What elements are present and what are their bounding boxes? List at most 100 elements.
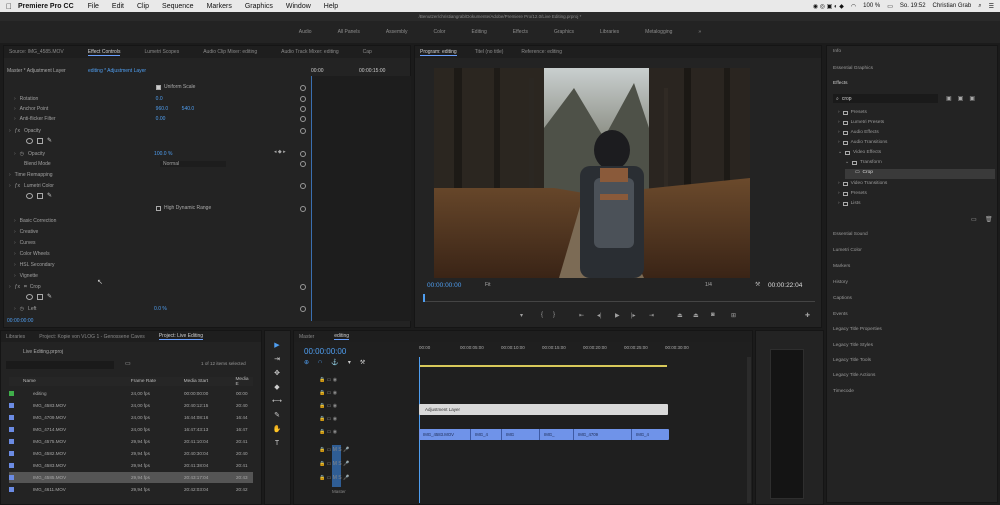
menu-graphics[interactable]: Graphics xyxy=(245,3,273,10)
reset-icon[interactable] xyxy=(300,96,306,102)
slip-icon[interactable]: ⟷ xyxy=(272,397,282,407)
workspace-effects[interactable]: Effects xyxy=(513,29,528,35)
program-scrub-bar[interactable] xyxy=(423,294,815,302)
tree-presets[interactable]: › Presets xyxy=(838,110,867,115)
reset-icon[interactable] xyxy=(300,284,306,290)
high-dynamic-range[interactable]: High Dynamic Range xyxy=(156,205,211,211)
track-header-a2[interactable]: 🔒 ▭ M S 🎤 xyxy=(319,461,349,467)
stopwatch-icon[interactable]: ◷ xyxy=(20,151,24,157)
wifi-icon[interactable]: ◠ xyxy=(851,3,856,10)
playhead-marker[interactable] xyxy=(423,294,425,302)
lumetri-creative[interactable]: › Creative xyxy=(14,227,38,237)
sequence-clip-label[interactable]: editing * Adjustment Layer xyxy=(88,68,146,74)
uniform-scale[interactable]: Uniform Scale xyxy=(156,84,195,90)
comparison-view-icon[interactable]: ⊞ xyxy=(731,312,736,319)
expand-icon[interactable]: › xyxy=(14,251,16,257)
panel-legacy-title-styles[interactable]: Legacy Title Styles xyxy=(833,343,873,348)
step-back-icon[interactable]: ◂| xyxy=(597,312,602,319)
reset-icon[interactable] xyxy=(300,183,306,189)
go-to-in-icon[interactable]: ⇤ xyxy=(579,312,584,319)
expand-icon[interactable]: › xyxy=(14,229,16,235)
project-item-selected[interactable]: IMG_4585.MOV 29,94 fps 20:43:17:04 20:43 xyxy=(9,472,253,483)
video-clip[interactable]: IMG_4 xyxy=(471,429,502,440)
hdr-checkbox[interactable] xyxy=(156,205,161,211)
pen-mask-icon[interactable]: ✎ xyxy=(47,138,52,144)
tab-audio-track-mixer[interactable]: Audio Track Mixer: editing xyxy=(281,49,339,55)
uniform-scale-checkbox[interactable] xyxy=(156,84,161,90)
track-header-v2[interactable]: 🔒 ▭ ◉ xyxy=(319,403,337,409)
zoom-fit-select[interactable]: Fit xyxy=(485,282,491,288)
tree-video-transitions[interactable]: › Video Transitions xyxy=(838,181,887,186)
time-ruler[interactable]: 00:00 00:00:05:00 00:00:10:00 00:00:15:0… xyxy=(419,345,749,357)
tree-crop[interactable]: ▭ Crop xyxy=(855,170,873,175)
ellipse-mask-icon[interactable] xyxy=(26,138,33,144)
delete-icon[interactable]: 🗑 xyxy=(985,216,993,223)
prop-blend-mode[interactable]: Blend Mode Normal xyxy=(24,159,226,169)
expand-icon[interactable]: › xyxy=(14,96,16,102)
expand-icon[interactable]: › xyxy=(14,116,16,122)
extract-icon[interactable]: ⏏ xyxy=(693,312,699,319)
panel-captions[interactable]: Captions xyxy=(833,296,852,301)
workspace-audio[interactable]: Audio xyxy=(299,29,312,35)
track-header-a3[interactable]: 🔒 ▭ M S 🎤 xyxy=(319,475,349,481)
expand-icon[interactable]: › xyxy=(14,273,16,279)
expand-icon[interactable]: › xyxy=(14,151,16,157)
work-area-bar[interactable] xyxy=(419,365,667,367)
play-icon[interactable]: ▶ xyxy=(615,312,620,319)
snap-icon[interactable]: ∩ xyxy=(318,359,322,366)
adjustment-layer-clip[interactable]: Adjustment Layer xyxy=(419,404,668,415)
menu-window[interactable]: Window xyxy=(286,3,311,10)
col-name[interactable]: Name xyxy=(9,379,131,384)
video-clip[interactable]: IMG_4583.MOV xyxy=(419,429,471,440)
menu-clip[interactable]: Clip xyxy=(137,3,149,10)
program-current-time[interactable]: 00:00:00:00 xyxy=(427,282,461,289)
menu-file[interactable]: File xyxy=(88,3,99,10)
new-bin-icon[interactable]: ▭ xyxy=(125,360,131,367)
lumetri-vignette[interactable]: › Vignette xyxy=(14,271,38,281)
track-header-v3[interactable]: 🔒 ▭ ◉ xyxy=(319,390,337,396)
panel-essential-sound[interactable]: Essential Sound xyxy=(833,232,868,237)
track-select-icon[interactable]: ⇥ xyxy=(272,355,282,365)
expand-icon[interactable]: › xyxy=(14,218,16,224)
tab-audio-clip-mixer[interactable]: Audio Clip Mixer: editing xyxy=(203,49,257,55)
col-media-end[interactable]: Media E xyxy=(235,377,253,387)
track-header-v1[interactable]: 🔒 ▭ ◉ xyxy=(319,416,337,422)
rect-mask-icon[interactable] xyxy=(37,138,43,144)
project-item[interactable]: IMG_4582.MOV 29,94 fps 20:40:30:04 20:40 xyxy=(9,448,253,459)
workspace-libraries[interactable]: Libraries xyxy=(600,29,619,35)
timeline-scrollbar[interactable] xyxy=(747,357,751,503)
menu-markers[interactable]: Markers xyxy=(207,3,232,10)
panel-events[interactable]: Events xyxy=(833,312,848,317)
reset-icon[interactable] xyxy=(300,161,306,167)
panel-legacy-title-actions[interactable]: Legacy Title Actions xyxy=(833,373,875,378)
track-header-v0[interactable]: 🔒 ▭ ◉ xyxy=(319,429,337,435)
workspace-all-panels[interactable]: All Panels xyxy=(338,29,360,35)
reset-icon[interactable] xyxy=(300,85,306,91)
panel-markers[interactable]: Markers xyxy=(833,264,850,269)
tree-audio-effects[interactable]: › Audio Effects xyxy=(838,130,879,135)
ellipse-mask-icon[interactable] xyxy=(26,193,33,199)
tree-audio-transitions[interactable]: › Audio Transitions xyxy=(838,140,887,145)
video-clip[interactable]: IMG_ xyxy=(540,429,574,440)
export-frame-icon[interactable]: ◙ xyxy=(711,312,715,318)
tab-effect-controls[interactable]: Effect Controls xyxy=(87,49,121,56)
tree-presets-2[interactable]: › Presets xyxy=(838,191,867,196)
tree-lists[interactable]: › Lists xyxy=(838,201,860,206)
effects-search[interactable]: ⌕ crop xyxy=(833,94,938,103)
menu-help[interactable]: Help xyxy=(324,3,338,10)
mark-in-icon[interactable]: { xyxy=(541,312,543,318)
timeline-timecode[interactable]: 00:00:00:00 xyxy=(304,347,346,356)
selection-tool-icon[interactable]: ▶ xyxy=(272,341,282,351)
stopwatch-icon[interactable]: ◷ xyxy=(20,306,24,312)
panel-history[interactable]: History xyxy=(833,280,848,285)
step-forward-icon[interactable]: |▸ xyxy=(631,312,636,319)
expand-icon[interactable]: › xyxy=(14,106,16,112)
pen-tool-icon[interactable]: ✎ xyxy=(272,411,282,421)
type-tool-icon[interactable]: T xyxy=(272,439,282,449)
panel-legacy-title-tools[interactable]: Legacy Title Tools xyxy=(833,358,871,363)
status-icons[interactable]: ◉ ◎ ▣ ◐ ◆ xyxy=(813,3,844,10)
menu-sequence[interactable]: Sequence xyxy=(162,3,194,10)
project-item[interactable]: IMG_4575.MOV 29,94 fps 20:41:10:04 20:41 xyxy=(9,436,253,447)
rect-mask-icon[interactable] xyxy=(37,193,43,199)
ripple-edit-icon[interactable]: ✥ xyxy=(272,369,282,379)
